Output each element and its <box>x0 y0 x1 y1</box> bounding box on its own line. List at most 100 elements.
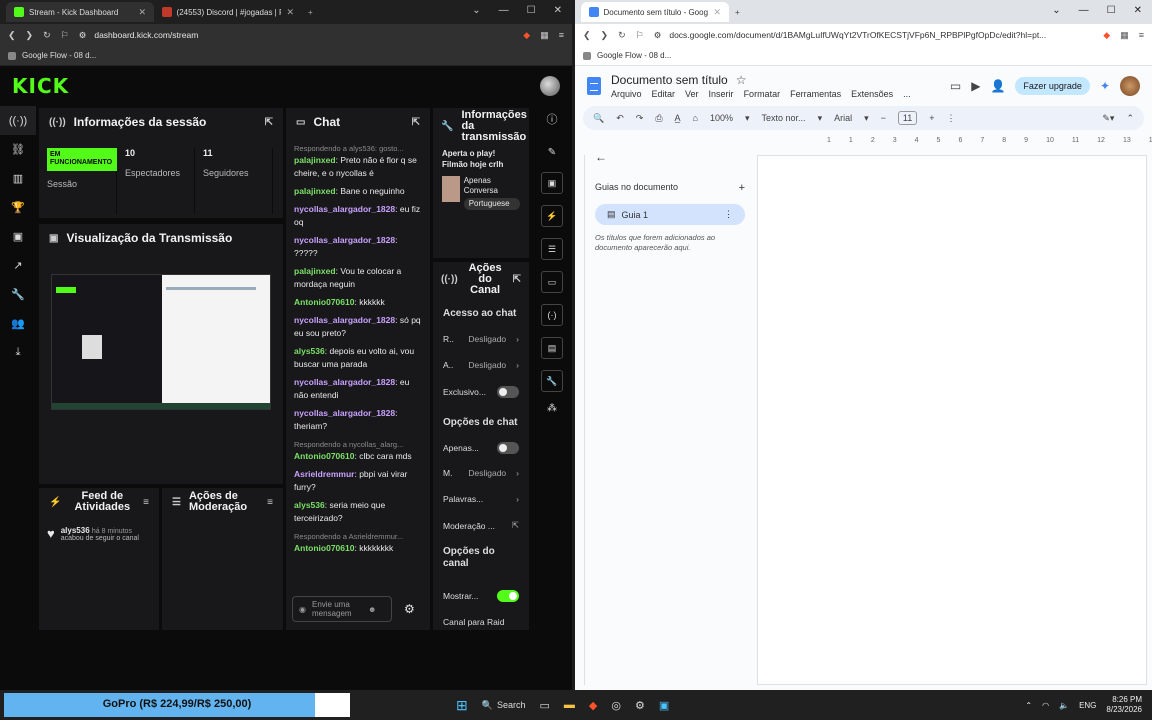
gemini-icon[interactable]: ✦ <box>1100 79 1110 93</box>
new-tab-icon[interactable]: + <box>308 8 313 17</box>
url-field[interactable]: ⚙ docs.google.com/document/d/1BAMgLuIfUWq… <box>654 30 1094 41</box>
wifi-icon[interactable]: ◠ <box>1042 701 1049 710</box>
kick-logo[interactable]: KICK <box>12 74 69 98</box>
settings-icon[interactable]: ⚙ <box>635 699 645 712</box>
info-icon[interactable]: ⓘ <box>547 106 558 132</box>
close-window-icon[interactable]: ✕ <box>1134 5 1142 16</box>
reload-icon[interactable]: ↻ <box>43 30 51 41</box>
new-tab-icon[interactable]: + <box>735 8 740 17</box>
docs-logo-icon[interactable] <box>587 77 601 95</box>
print-icon[interactable]: ⎙ <box>655 113 662 124</box>
feed-user[interactable]: alys536 <box>61 526 90 535</box>
chat-username[interactable]: nycollas_alargador_1828 <box>294 377 395 387</box>
maximize-icon[interactable]: ☐ <box>1107 5 1116 16</box>
menu-item[interactable]: Ferramentas <box>790 89 841 99</box>
only-toggle[interactable] <box>497 442 519 454</box>
menu-item[interactable]: Arquivo <box>611 89 642 99</box>
brave-icon[interactable]: ◆ <box>589 699 597 712</box>
menu-item[interactable]: Ver <box>685 89 699 99</box>
search-button[interactable]: 🔍 Search <box>482 700 526 711</box>
menu-item[interactable]: Editar <box>652 89 676 99</box>
setting-row[interactable]: Moderação ... ⇱ <box>433 520 529 531</box>
menu-item[interactable]: Inserir <box>709 89 734 99</box>
document-title[interactable]: Documento sem título <box>611 73 728 87</box>
clock[interactable]: 8:26 PM 8/23/2026 <box>1106 695 1142 715</box>
collapse-icon[interactable]: ⌃ <box>1126 113 1134 124</box>
url-field[interactable]: ⚙ dashboard.kick.com/stream <box>79 30 514 41</box>
close-tab-icon[interactable]: ✕ <box>286 7 294 18</box>
setting-row[interactable]: Palavras... › <box>433 494 529 504</box>
chart-icon[interactable]: ▥ <box>0 164 36 193</box>
forward-icon[interactable]: ❯ <box>601 30 609 41</box>
site-info-icon[interactable]: ⚙ <box>79 30 87 41</box>
popout-icon[interactable]: ⇱ <box>513 274 521 285</box>
chat-username[interactable]: nycollas_alargador_1828 <box>294 408 395 418</box>
share-user-icon[interactable]: 👤 <box>990 79 1005 93</box>
tab-item[interactable]: ▤ Guia 1 ⋮ <box>595 204 745 225</box>
bookmark-item[interactable]: Google Flow - 08 d... <box>597 51 671 60</box>
more-icon[interactable]: ⋮ <box>947 113 956 124</box>
back-icon[interactable]: ❮ <box>583 30 591 41</box>
font-size-input[interactable]: 11 <box>897 111 918 125</box>
video-icon[interactable]: ▣ <box>541 172 563 194</box>
wrench-icon[interactable]: 🔧 <box>541 370 563 392</box>
bookmark-item[interactable]: Google Flow - 08 d... <box>22 51 96 60</box>
download-icon[interactable]: ⤓ <box>0 338 36 367</box>
chat-username[interactable]: Antonio070610 <box>294 543 354 553</box>
chevron-up-icon[interactable]: ⌃ <box>1025 701 1032 710</box>
file-explorer-icon[interactable]: ▬ <box>564 699 575 711</box>
filter-icon[interactable]: ≡ <box>267 497 273 508</box>
chat-username[interactable]: palajinxed <box>294 266 336 276</box>
redo-icon[interactable]: ↷ <box>636 113 644 124</box>
star-icon[interactable]: ☆ <box>736 73 747 87</box>
chat-username[interactable]: Antonio070610 <box>294 451 354 461</box>
upgrade-button[interactable]: Fazer upgrade <box>1015 77 1090 95</box>
show-toggle[interactable] <box>497 590 519 602</box>
site-info-icon[interactable]: ⚙ <box>654 30 662 41</box>
chat-username[interactable]: Asrieldremmur <box>294 469 354 479</box>
chat-username[interactable]: nycollas_alargador_1828 <box>294 204 395 214</box>
edit-icon[interactable]: ✎ <box>548 132 556 172</box>
tab-kick[interactable]: Stream - Kick Dashboard ✕ <box>6 2 154 22</box>
chat-icon[interactable]: ▭ <box>541 271 563 293</box>
emote-toggle-icon[interactable]: ◉ <box>299 605 306 614</box>
close-tab-icon[interactable]: ✕ <box>713 7 721 18</box>
popout-icon[interactable]: ⇱ <box>412 117 420 128</box>
task-view-icon[interactable]: ▭ <box>539 699 549 712</box>
wrench-icon[interactable]: 🔧 <box>0 280 36 309</box>
brave-shield-icon[interactable]: ◆ <box>1103 30 1110 41</box>
volume-icon[interactable]: 🔈 <box>1059 701 1069 710</box>
close-window-icon[interactable]: ✕ <box>554 5 562 16</box>
analytics-icon[interactable]: ↗ <box>0 251 36 280</box>
decrease-size-icon[interactable]: − <box>881 113 886 123</box>
app-icon[interactable]: ▣ <box>659 699 669 712</box>
close-tab-icon[interactable]: ✕ <box>138 7 146 18</box>
tab-discord[interactable]: (24553) Discord | #jogadas | PBPI ✕ <box>154 2 302 22</box>
broadcast-icon[interactable]: ((·)) <box>0 106 36 135</box>
minimize-icon[interactable]: — <box>1079 5 1089 16</box>
maximize-icon[interactable]: ☐ <box>527 5 536 16</box>
minimize-icon[interactable]: — <box>499 5 509 16</box>
dropdown-icon[interactable]: ⌄ <box>472 5 480 16</box>
users-icon[interactable]: 👥 <box>0 309 36 338</box>
dropdown-icon[interactable]: ⌄ <box>1052 5 1060 16</box>
tab-docs[interactable]: Documento sem título - Google ✕ <box>581 2 729 22</box>
forward-icon[interactable]: ❯ <box>26 30 34 41</box>
extensions-icon[interactable]: ▦ <box>1120 30 1129 41</box>
layers-icon[interactable]: ▤ <box>541 337 563 359</box>
share-icon[interactable]: ⁂ <box>547 403 557 414</box>
windows-start-icon[interactable]: ⊞ <box>456 697 468 714</box>
exclusive-toggle[interactable] <box>497 386 519 398</box>
chat-username[interactable]: alys536 <box>294 346 325 356</box>
list-icon[interactable]: ☰ <box>541 238 563 260</box>
video-icon[interactable]: ▣ <box>0 222 36 251</box>
more-icon[interactable]: ⋮ <box>724 209 733 220</box>
chat-username[interactable]: nycollas_alargador_1828 <box>294 235 395 245</box>
edit-mode-icon[interactable]: ✎▾ <box>1102 113 1114 124</box>
chat-username[interactable]: palajinxed <box>294 155 336 165</box>
chat-username[interactable]: alys536 <box>294 500 325 510</box>
menu-item[interactable]: Extensões <box>851 89 893 99</box>
language-indicator[interactable]: ENG <box>1079 701 1096 710</box>
back-icon[interactable]: ❮ <box>8 30 16 41</box>
broadcast-icon[interactable]: (·) <box>541 304 563 326</box>
